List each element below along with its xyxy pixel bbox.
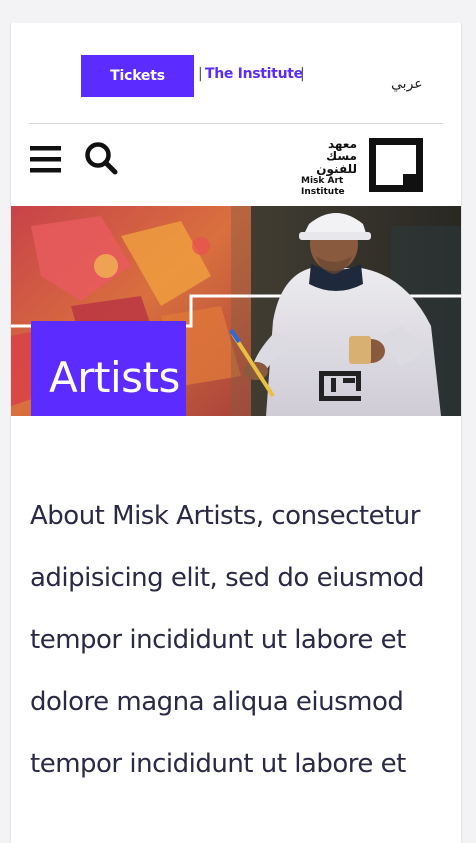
intro-paragraph: About Misk Artists, consectetur adipisic… <box>30 501 425 779</box>
logo-wordmark: معهد مسك للفنون Misk Art Institute <box>301 138 357 198</box>
separator: | <box>300 66 305 82</box>
logo-english-line-1: Misk Art <box>301 176 344 186</box>
separator: | <box>198 66 203 82</box>
language-switch-link[interactable]: عربي <box>391 76 423 92</box>
logo-arabic-line-2: مسك للفنون <box>316 149 357 176</box>
misk-art-institute-logo[interactable]: معهد مسك للفنون Misk Art Institute <box>301 136 427 197</box>
site-header: معهد مسك للفنون Misk Art Institute <box>11 124 461 206</box>
search-icon[interactable] <box>84 141 118 175</box>
the-institute-link[interactable]: The Institute <box>205 66 303 82</box>
top-bar: Tickets | The Institute | عربي <box>11 23 461 123</box>
tickets-button[interactable]: Tickets <box>81 55 194 97</box>
hamburger-menu-icon[interactable] <box>30 146 61 173</box>
page-title: Artists <box>49 353 180 402</box>
logo-english-line-2: Institute <box>301 187 345 197</box>
page: Tickets | The Institute | عربي معهد مسك … <box>10 23 462 843</box>
hero-banner: Artists <box>11 206 461 416</box>
logo-square-mark-icon <box>369 138 423 192</box>
